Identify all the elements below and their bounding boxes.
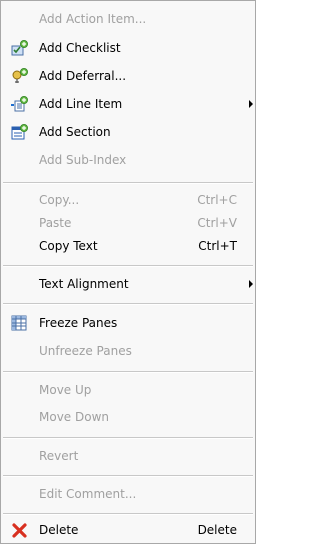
section-icon	[11, 124, 29, 140]
menu-separator	[3, 371, 253, 373]
menu-item-label: Add Sub-Index	[39, 153, 127, 167]
menu-item-label: Copy...	[39, 193, 80, 207]
freeze-panes-icon	[11, 315, 29, 331]
menu-item-shortcut: Delete	[197, 523, 237, 537]
menu-item-add-deferral[interactable]: Add Deferral...	[1, 66, 255, 86]
submenu-arrow-icon	[249, 280, 253, 288]
menu-separator	[3, 303, 253, 305]
menu-item-freeze-panes[interactable]: Freeze Panes	[1, 313, 255, 333]
menu-item-unfreeze-panes[interactable]: Unfreeze Panes	[1, 341, 255, 361]
menu-item-label: Revert	[39, 449, 79, 463]
delete-icon	[11, 522, 29, 538]
menu-item-revert[interactable]: Revert	[1, 446, 255, 466]
menu-item-label: Move Down	[39, 410, 109, 424]
menu-item-label: Edit Comment...	[39, 487, 137, 501]
menu-separator	[3, 182, 253, 184]
menu-item-label: Paste	[39, 216, 72, 230]
menu-item-label: Add Action Item...	[39, 12, 147, 26]
menu-item-add-line-item[interactable]: Add Line Item	[1, 94, 255, 114]
menu-item-delete[interactable]: Delete Delete	[1, 520, 255, 540]
menu-separator	[3, 265, 253, 267]
menu-separator	[3, 475, 253, 477]
menu-item-label: Add Checklist	[39, 41, 121, 55]
menu-item-copy[interactable]: Copy... Ctrl+C	[1, 190, 255, 210]
menu-item-label: Text Alignment	[39, 277, 129, 291]
menu-item-add-sub-index[interactable]: Add Sub-Index	[1, 150, 255, 170]
menu-separator	[3, 513, 253, 515]
menu-item-label: Freeze Panes	[39, 316, 118, 330]
submenu-arrow-icon	[249, 100, 253, 108]
line-item-icon	[11, 96, 29, 112]
menu-item-shortcut: Ctrl+T	[198, 239, 237, 253]
menu-item-copy-text[interactable]: Copy Text Ctrl+T	[1, 236, 255, 256]
checklist-icon	[11, 40, 29, 56]
context-menu: Add Action Item... Add Checklist Add Def…	[0, 0, 256, 544]
menu-item-edit-comment[interactable]: Edit Comment...	[1, 484, 255, 504]
menu-item-move-up[interactable]: Move Up	[1, 380, 255, 400]
menu-item-label: Add Line Item	[39, 97, 123, 111]
menu-item-label: Add Section	[39, 125, 111, 139]
menu-item-label: Copy Text	[39, 239, 98, 253]
menu-item-shortcut: Ctrl+V	[197, 216, 237, 230]
menu-item-shortcut: Ctrl+C	[197, 193, 237, 207]
menu-separator	[3, 437, 253, 439]
menu-item-add-action-item[interactable]: Add Action Item...	[1, 9, 255, 29]
menu-item-label: Add Deferral...	[39, 69, 127, 83]
deferral-icon	[11, 68, 29, 84]
menu-item-add-section[interactable]: Add Section	[1, 122, 255, 142]
menu-item-label: Move Up	[39, 383, 92, 397]
menu-item-label: Delete	[39, 523, 79, 537]
menu-item-label: Unfreeze Panes	[39, 344, 132, 358]
menu-item-text-alignment[interactable]: Text Alignment	[1, 274, 255, 294]
menu-item-move-down[interactable]: Move Down	[1, 407, 255, 427]
menu-item-paste[interactable]: Paste Ctrl+V	[1, 213, 255, 233]
menu-item-add-checklist[interactable]: Add Checklist	[1, 38, 255, 58]
